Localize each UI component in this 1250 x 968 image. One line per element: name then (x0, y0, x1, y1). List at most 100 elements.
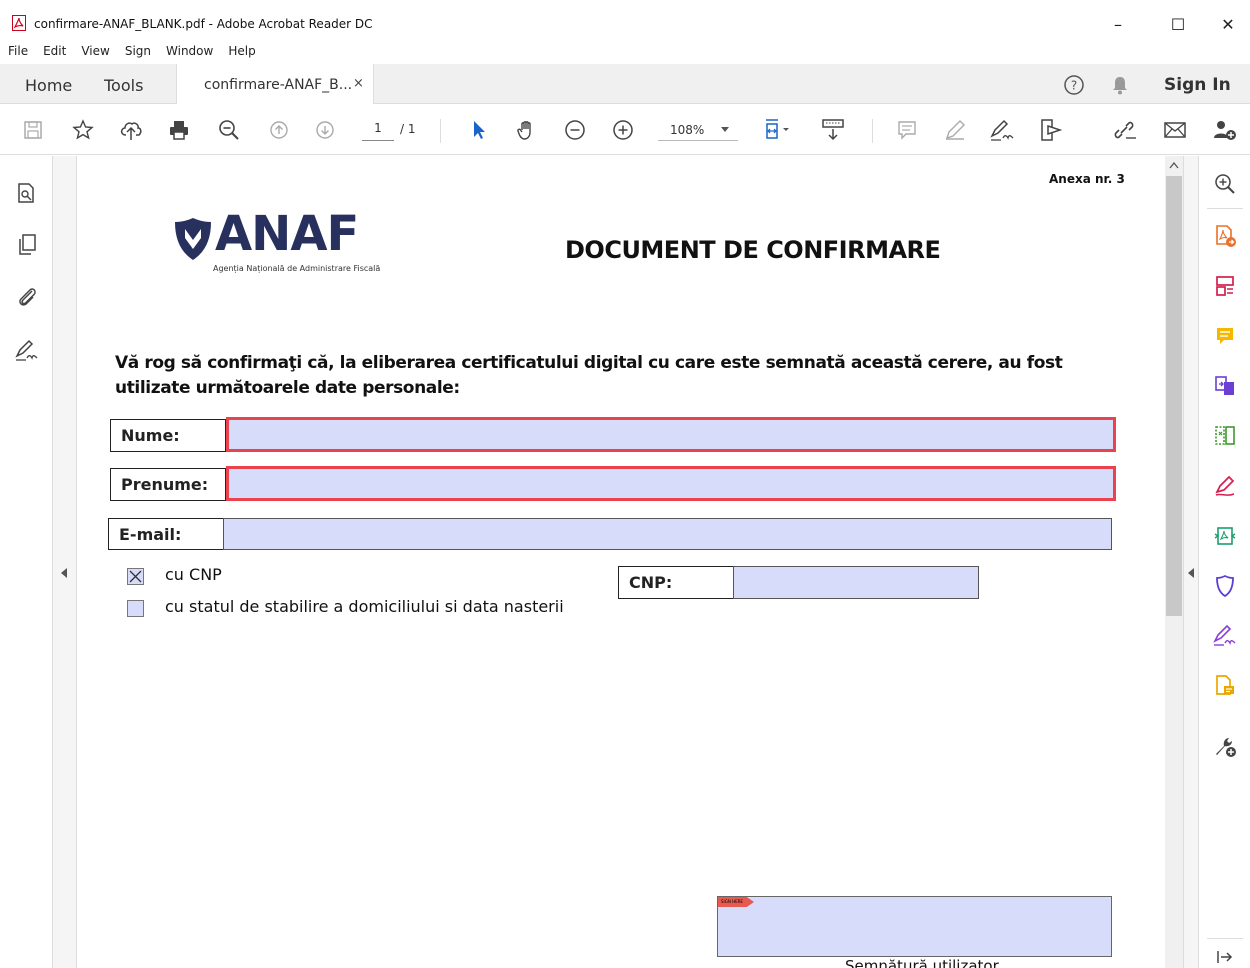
zoom-out-icon[interactable] (560, 115, 590, 145)
right-tools-panel (1198, 156, 1250, 968)
page-number-input[interactable]: 1 (362, 121, 394, 141)
scroll-up-arrow-icon[interactable] (1169, 162, 1179, 169)
collapse-left-arrow-icon (61, 568, 67, 578)
print-icon[interactable] (164, 115, 194, 145)
anaf-logo-text: ANAF (215, 206, 359, 262)
option-domiciliu-label: cu statul de stabilire a domiciliului si… (165, 597, 564, 616)
close-window-button[interactable]: ✕ (1210, 11, 1246, 37)
checked-x-icon (129, 570, 142, 583)
save-icon[interactable] (18, 115, 48, 145)
toolbar-separator (872, 119, 873, 143)
page-total: / 1 (400, 122, 416, 136)
comment-tool-icon[interactable] (1209, 320, 1241, 352)
nume-input[interactable] (226, 417, 1116, 452)
title-bar: confirmare-ANAF_BLANK.pdf - Adobe Acroba… (0, 0, 1250, 40)
help-icon[interactable]: ? (1062, 73, 1086, 97)
label-email: E-mail: (108, 518, 224, 550)
tab-home[interactable]: Home (25, 76, 72, 95)
annex-label: Anexa nr. 3 (1049, 172, 1125, 186)
more-tools-wrench-icon[interactable] (1209, 730, 1241, 762)
next-page-icon[interactable] (310, 115, 340, 145)
maximize-button[interactable]: ☐ (1160, 11, 1196, 37)
signature-caption: Semnătură utilizator (845, 957, 999, 968)
search-zoom-icon[interactable] (1209, 168, 1241, 200)
tab-document[interactable]: confirmare-ANAF_B... × (176, 64, 374, 104)
fill-and-sign-icon[interactable] (1209, 620, 1241, 652)
highlight-pen-icon[interactable] (940, 115, 970, 145)
hand-tool-icon[interactable] (512, 115, 542, 145)
bookmark-star-icon[interactable] (68, 115, 98, 145)
acrobat-app-icon (12, 15, 26, 31)
email-envelope-icon[interactable] (1160, 115, 1190, 145)
intro-text-line-2: utilizate următoarele date personale: (115, 378, 460, 398)
zoom-out-magnifier-icon[interactable] (214, 115, 244, 145)
notification-bell-icon[interactable] (1108, 73, 1132, 97)
email-input[interactable] (223, 518, 1112, 550)
menu-view[interactable]: View (73, 44, 116, 62)
scroll-mode-icon[interactable] (818, 115, 848, 145)
panel-separator (1207, 208, 1243, 209)
svg-text:?: ? (1071, 79, 1077, 93)
share-link-icon[interactable] (1110, 115, 1140, 145)
tab-tools[interactable]: Tools (104, 76, 143, 95)
add-user-icon[interactable] (1210, 115, 1240, 145)
toolbar: 1 / 1 108% (0, 105, 1250, 155)
menu-window[interactable]: Window (158, 44, 220, 62)
label-prenume: Prenume: (110, 468, 226, 501)
sign-in-link[interactable]: Sign In (1164, 75, 1231, 95)
send-for-signature-icon[interactable] (1036, 115, 1066, 145)
protect-shield-icon[interactable] (1209, 570, 1241, 602)
fit-page-icon[interactable] (758, 115, 798, 145)
collapse-panel-icon[interactable] (1209, 946, 1241, 968)
signature-field[interactable]: SIGN HERE (717, 896, 1112, 957)
label-cnp: CNP: (618, 566, 734, 599)
tab-bar: Home Tools confirmare-ANAF_B... × ? Sign… (0, 64, 1250, 104)
organize-pages-icon[interactable] (1209, 270, 1241, 302)
collapse-right-arrow-icon (1188, 568, 1194, 578)
cloud-upload-icon[interactable] (116, 115, 146, 145)
left-panel-toggle[interactable] (53, 156, 77, 968)
select-cursor-icon[interactable] (464, 115, 494, 145)
vertical-scrollbar[interactable] (1165, 156, 1183, 968)
comment-icon[interactable] (892, 115, 922, 145)
left-navigation-panel (0, 156, 53, 968)
cnp-checkbox[interactable] (127, 568, 144, 585)
tab-close-button[interactable]: × (353, 76, 364, 91)
menu-help[interactable]: Help (220, 44, 262, 62)
menu-edit[interactable]: Edit (35, 44, 73, 62)
send-comments-icon[interactable] (1209, 670, 1241, 702)
menu-bar: File Edit View Sign Window Help (0, 44, 263, 62)
chevron-down-icon (720, 124, 730, 134)
page-thumbnails-icon[interactable] (12, 178, 42, 208)
zoom-level-value: 108% (670, 123, 705, 137)
compress-pdf-icon[interactable] (1209, 420, 1241, 452)
minimize-button[interactable]: – (1100, 11, 1136, 37)
menu-file[interactable]: File (0, 44, 35, 62)
toolbar-separator (440, 119, 441, 143)
anaf-logo: ANAF Agenția Națională de Administrare F… (173, 206, 403, 278)
anaf-logo-subtitle: Agenția Națională de Administrare Fiscal… (213, 264, 381, 273)
fill-sign-icon[interactable] (988, 115, 1018, 145)
attachment-paperclip-icon[interactable] (12, 282, 42, 312)
right-panel-toggle[interactable] (1183, 156, 1198, 968)
domiciliu-checkbox[interactable] (127, 600, 144, 617)
scrollbar-thumb[interactable] (1166, 176, 1182, 616)
document-title: DOCUMENT DE CONFIRMARE (565, 236, 941, 264)
signature-panel-icon[interactable] (12, 336, 42, 366)
export-pdf-icon[interactable] (1209, 220, 1241, 252)
combine-files-icon[interactable] (1209, 370, 1241, 402)
previous-page-icon[interactable] (264, 115, 294, 145)
option-cnp-label: cu CNP (165, 565, 222, 584)
zoom-level-dropdown[interactable]: 108% (658, 119, 738, 141)
prenume-input[interactable] (226, 466, 1116, 501)
window-title: confirmare-ANAF_BLANK.pdf - Adobe Acroba… (34, 17, 373, 31)
pages-copy-icon[interactable] (12, 230, 42, 260)
create-pdf-icon[interactable] (1209, 520, 1241, 552)
intro-text-line-1: Vă rog să confirmaţi că, la eliberarea c… (115, 353, 1063, 373)
edit-pen-icon[interactable] (1209, 470, 1241, 502)
tab-document-label: confirmare-ANAF_B... (204, 77, 353, 93)
sign-here-flag: SIGN HERE (718, 897, 754, 907)
cnp-input[interactable] (733, 566, 979, 599)
zoom-in-icon[interactable] (608, 115, 638, 145)
menu-sign[interactable]: Sign (117, 44, 158, 62)
